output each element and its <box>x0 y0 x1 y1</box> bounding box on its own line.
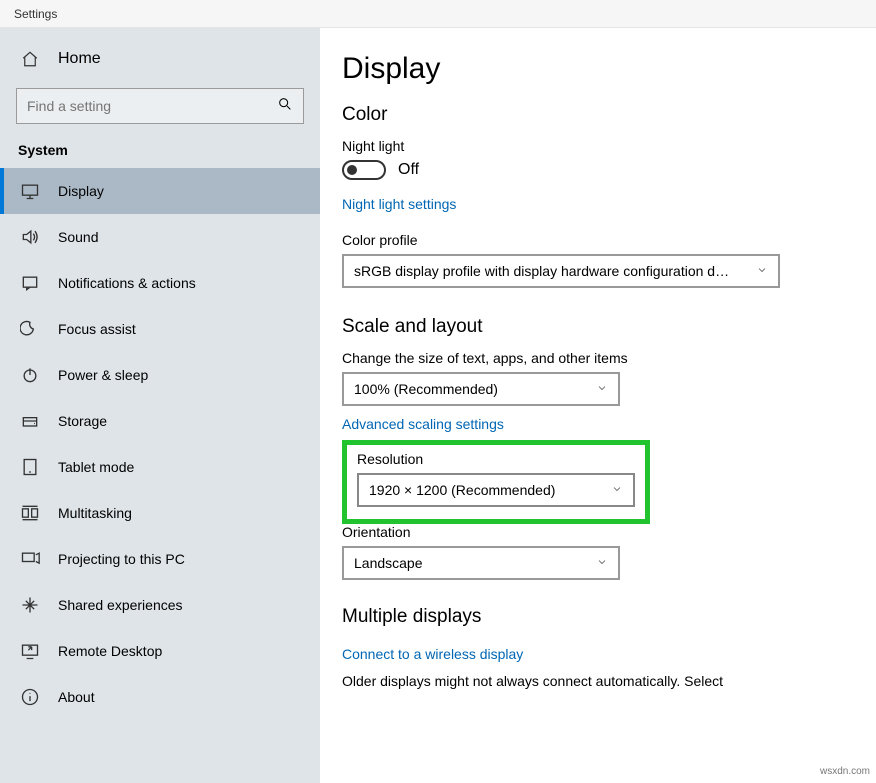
search-icon <box>277 96 293 117</box>
sidebar-item-power-sleep[interactable]: Power & sleep <box>0 352 320 398</box>
toggle-knob <box>347 165 357 175</box>
sidebar-item-label: Shared experiences <box>58 597 183 613</box>
chevron-down-icon <box>596 381 608 397</box>
night-light-settings-link[interactable]: Night light settings <box>342 196 456 212</box>
resolution-value: 1920 × 1200 (Recommended) <box>369 482 555 498</box>
section-color-heading: Color <box>342 104 854 126</box>
section-multiple-displays-heading: Multiple displays <box>342 606 854 628</box>
color-profile-label: Color profile <box>342 232 854 248</box>
sidebar-item-label: Multitasking <box>58 505 132 521</box>
sound-icon <box>20 227 40 247</box>
older-displays-text: Older displays might not always connect … <box>342 672 822 691</box>
section-scale-heading: Scale and layout <box>342 316 854 338</box>
sidebar-item-label: Notifications & actions <box>58 275 196 291</box>
chevron-down-icon <box>756 263 768 279</box>
chevron-down-icon <box>596 555 608 571</box>
storage-icon <box>20 411 40 431</box>
night-light-toggle[interactable] <box>342 160 386 180</box>
sidebar-item-label: Display <box>58 183 104 199</box>
search-box[interactable] <box>16 88 304 124</box>
nav-home-label: Home <box>58 50 101 68</box>
sidebar-item-label: Power & sleep <box>58 367 148 383</box>
sidebar-item-shared-experiences[interactable]: Shared experiences <box>0 582 320 628</box>
sidebar-item-projecting[interactable]: Projecting to this PC <box>0 536 320 582</box>
night-light-state: Off <box>398 161 419 179</box>
nav-home[interactable]: Home <box>0 42 320 76</box>
window-titlebar: Settings <box>0 0 876 28</box>
display-icon <box>20 181 40 201</box>
advanced-scaling-link[interactable]: Advanced scaling settings <box>342 416 504 432</box>
sidebar-item-focus-assist[interactable]: Focus assist <box>0 306 320 352</box>
sidebar-item-display[interactable]: Display <box>0 168 320 214</box>
night-light-label: Night light <box>342 138 854 154</box>
power-icon <box>20 365 40 385</box>
tablet-icon <box>20 457 40 477</box>
color-profile-select[interactable]: sRGB display profile with display hardwa… <box>342 254 780 288</box>
scale-select[interactable]: 100% (Recommended) <box>342 372 620 406</box>
orientation-select[interactable]: Landscape <box>342 546 620 580</box>
notifications-icon <box>20 273 40 293</box>
sidebar-item-label: Projecting to this PC <box>58 551 185 567</box>
sidebar-item-remote-desktop[interactable]: Remote Desktop <box>0 628 320 674</box>
chevron-down-icon <box>611 482 623 498</box>
sidebar-item-tablet-mode[interactable]: Tablet mode <box>0 444 320 490</box>
sidebar: Home System Display Sound <box>0 28 320 783</box>
home-icon <box>20 50 40 68</box>
sidebar-item-label: Tablet mode <box>58 459 134 475</box>
scale-value: 100% (Recommended) <box>354 381 498 397</box>
sidebar-item-sound[interactable]: Sound <box>0 214 320 260</box>
focus-assist-icon <box>20 319 40 339</box>
main-content: Display Color Night light Off Night ligh… <box>320 28 876 783</box>
window-title: Settings <box>14 7 57 21</box>
remote-desktop-icon <box>20 641 40 661</box>
sidebar-item-label: Focus assist <box>58 321 136 337</box>
connect-wireless-display-link[interactable]: Connect to a wireless display <box>342 646 523 662</box>
resolution-label: Resolution <box>357 451 635 467</box>
multitasking-icon <box>20 503 40 523</box>
sidebar-item-label: Storage <box>58 413 107 429</box>
sidebar-item-storage[interactable]: Storage <box>0 398 320 444</box>
about-icon <box>20 687 40 707</box>
sidebar-item-label: Sound <box>58 229 98 245</box>
sidebar-item-about[interactable]: About <box>0 674 320 720</box>
orientation-label: Orientation <box>342 524 854 540</box>
shared-icon <box>20 595 40 615</box>
sidebar-item-label: About <box>58 689 95 705</box>
page-title: Display <box>342 52 854 86</box>
color-profile-value: sRGB display profile with display hardwa… <box>354 263 729 279</box>
scale-label: Change the size of text, apps, and other… <box>342 350 854 366</box>
sidebar-category: System <box>0 138 320 168</box>
resolution-select[interactable]: 1920 × 1200 (Recommended) <box>357 473 635 507</box>
orientation-value: Landscape <box>354 555 423 571</box>
watermark: wsxdn.com <box>820 766 870 777</box>
projecting-icon <box>20 549 40 569</box>
sidebar-item-label: Remote Desktop <box>58 643 162 659</box>
resolution-highlight: Resolution 1920 × 1200 (Recommended) <box>342 440 650 524</box>
search-input[interactable] <box>27 98 266 114</box>
sidebar-item-notifications[interactable]: Notifications & actions <box>0 260 320 306</box>
sidebar-item-multitasking[interactable]: Multitasking <box>0 490 320 536</box>
sidebar-nav: Display Sound Notifications & actions Fo… <box>0 168 320 720</box>
